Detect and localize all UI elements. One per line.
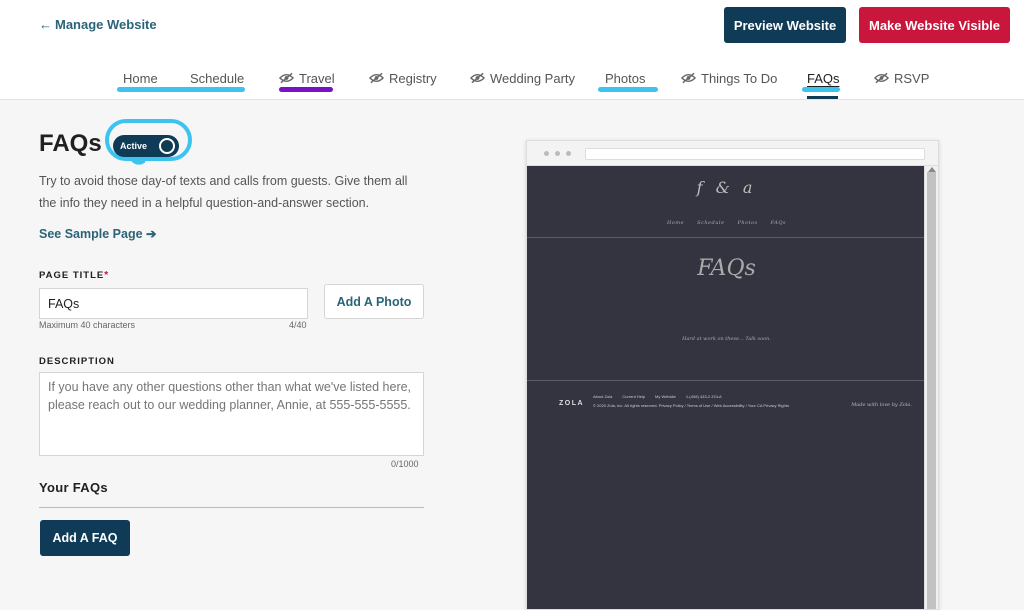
site-nav: Home Schedule Photos FAQs (527, 220, 926, 226)
add-photo-button[interactable]: Add A Photo (324, 284, 424, 319)
site-nav-item: Photos (737, 220, 758, 226)
tab-home[interactable]: Home (123, 68, 158, 88)
tab-photos[interactable]: Photos (605, 68, 645, 88)
address-bar (585, 148, 925, 160)
highlight-mark (279, 87, 333, 92)
tab-label: RSVP (894, 70, 930, 86)
page-title-hint: Maximum 40 characters (39, 320, 136, 330)
tab-label: Travel (299, 70, 335, 86)
page-title-count: 4/40 (289, 320, 307, 330)
eye-slash-icon (681, 72, 696, 84)
eye-slash-icon (874, 72, 889, 84)
page-title-label-text: PAGE TITLE (39, 270, 105, 281)
site-tagline: Hard at work on these... Talk soon. (682, 336, 771, 342)
make-website-visible-button[interactable]: Make Website Visible (859, 7, 1010, 43)
tab-label: Home (123, 70, 158, 86)
toggle-knob (159, 138, 175, 154)
faqs-settings-panel: FAQs Active Try to avoid those day-of te… (39, 118, 429, 556)
tab-label: Photos (605, 70, 646, 86)
footer-link: 1-(408) 433-2 ZOLA (685, 394, 722, 399)
highlight-mark (117, 87, 245, 92)
description-count: 0/1000 (391, 459, 419, 469)
tab-registry[interactable]: Registry (369, 68, 437, 88)
section-divider (39, 507, 424, 508)
active-toggle[interactable]: Active (113, 135, 179, 157)
description-textarea[interactable] (39, 372, 424, 456)
eye-slash-icon (470, 72, 485, 84)
eye-slash-icon (279, 72, 294, 84)
page-title-input[interactable] (39, 288, 308, 319)
site-page-title: FAQs (697, 256, 756, 281)
tab-label: Things To Do (701, 70, 778, 86)
arrow-right-icon: ➔ (146, 227, 157, 241)
footer-link: My Website (655, 394, 676, 399)
top-bar: ← Manage Website Preview Website Make We… (0, 0, 1024, 100)
tab-label: FAQs (807, 70, 840, 86)
site-monogram: f & a (696, 178, 757, 197)
see-sample-page-link[interactable]: See Sample Page ➔ (39, 226, 157, 241)
tab-label: Wedding Party (490, 70, 576, 86)
active-tab-indicator (807, 96, 838, 99)
title-row: FAQs Active (39, 118, 429, 169)
add-faq-button[interactable]: Add A FAQ (40, 520, 130, 556)
site-divider (527, 237, 926, 238)
browser-bar (527, 141, 938, 166)
tab-rsvp[interactable]: RSVP (874, 68, 929, 88)
required-mark: * (104, 270, 110, 281)
browser-dot (566, 151, 571, 156)
manage-website-link[interactable]: ← Manage Website (39, 17, 157, 32)
eye-slash-icon (369, 72, 384, 84)
footer-made-by: Made with love by Zola. (851, 402, 912, 408)
highlight-mark (598, 87, 658, 92)
tab-travel[interactable]: Travel (279, 68, 335, 88)
zola-logo: ZOLA (559, 400, 585, 407)
description-label: DESCRIPTION (39, 356, 115, 367)
see-sample-page-label: See Sample Page (39, 227, 143, 241)
website-preview: f & a Home Schedule Photos FAQs FAQs Har… (526, 140, 939, 610)
tab-schedule[interactable]: Schedule (190, 68, 244, 88)
page-description: Try to avoid those day-of texts and call… (39, 174, 408, 210)
preview-scrollbar[interactable] (924, 166, 938, 609)
tab-label: Registry (389, 70, 437, 86)
footer-link: About Zola (593, 394, 613, 399)
site-divider (527, 380, 926, 381)
browser-dot (544, 151, 549, 156)
preview-site: f & a Home Schedule Photos FAQs FAQs Har… (527, 166, 926, 609)
footer-links: About Zola Current Help My Website 1-(40… (593, 394, 722, 399)
page-tabs: Home Schedule Travel Registry Wedding Pa… (0, 68, 1024, 98)
page-title-label: PAGE TITLE* (39, 270, 109, 281)
browser-dot (555, 151, 560, 156)
site-nav-item: FAQs (770, 220, 786, 226)
site-nav-item: Schedule (697, 220, 725, 226)
site-nav-item: Home (667, 220, 685, 226)
scroll-thumb[interactable] (927, 172, 936, 609)
manage-website-label: Manage Website (55, 17, 157, 32)
toggle-label: Active (120, 141, 148, 151)
tab-wedding-party[interactable]: Wedding Party (470, 68, 575, 88)
highlight-mark (802, 87, 840, 92)
tab-label: Schedule (190, 70, 245, 86)
page-title: FAQs (39, 130, 102, 157)
preview-website-button[interactable]: Preview Website (724, 7, 846, 43)
footer-copyright: © 2020 Zola, Inc. All rights reserved. P… (593, 403, 789, 408)
your-faqs-heading: Your FAQs (39, 480, 108, 495)
tab-things-to-do[interactable]: Things To Do (681, 68, 777, 88)
footer-link: Current Help (622, 394, 646, 399)
tab-faqs[interactable]: FAQs (807, 68, 840, 88)
arrow-left-icon: ← (39, 17, 52, 32)
